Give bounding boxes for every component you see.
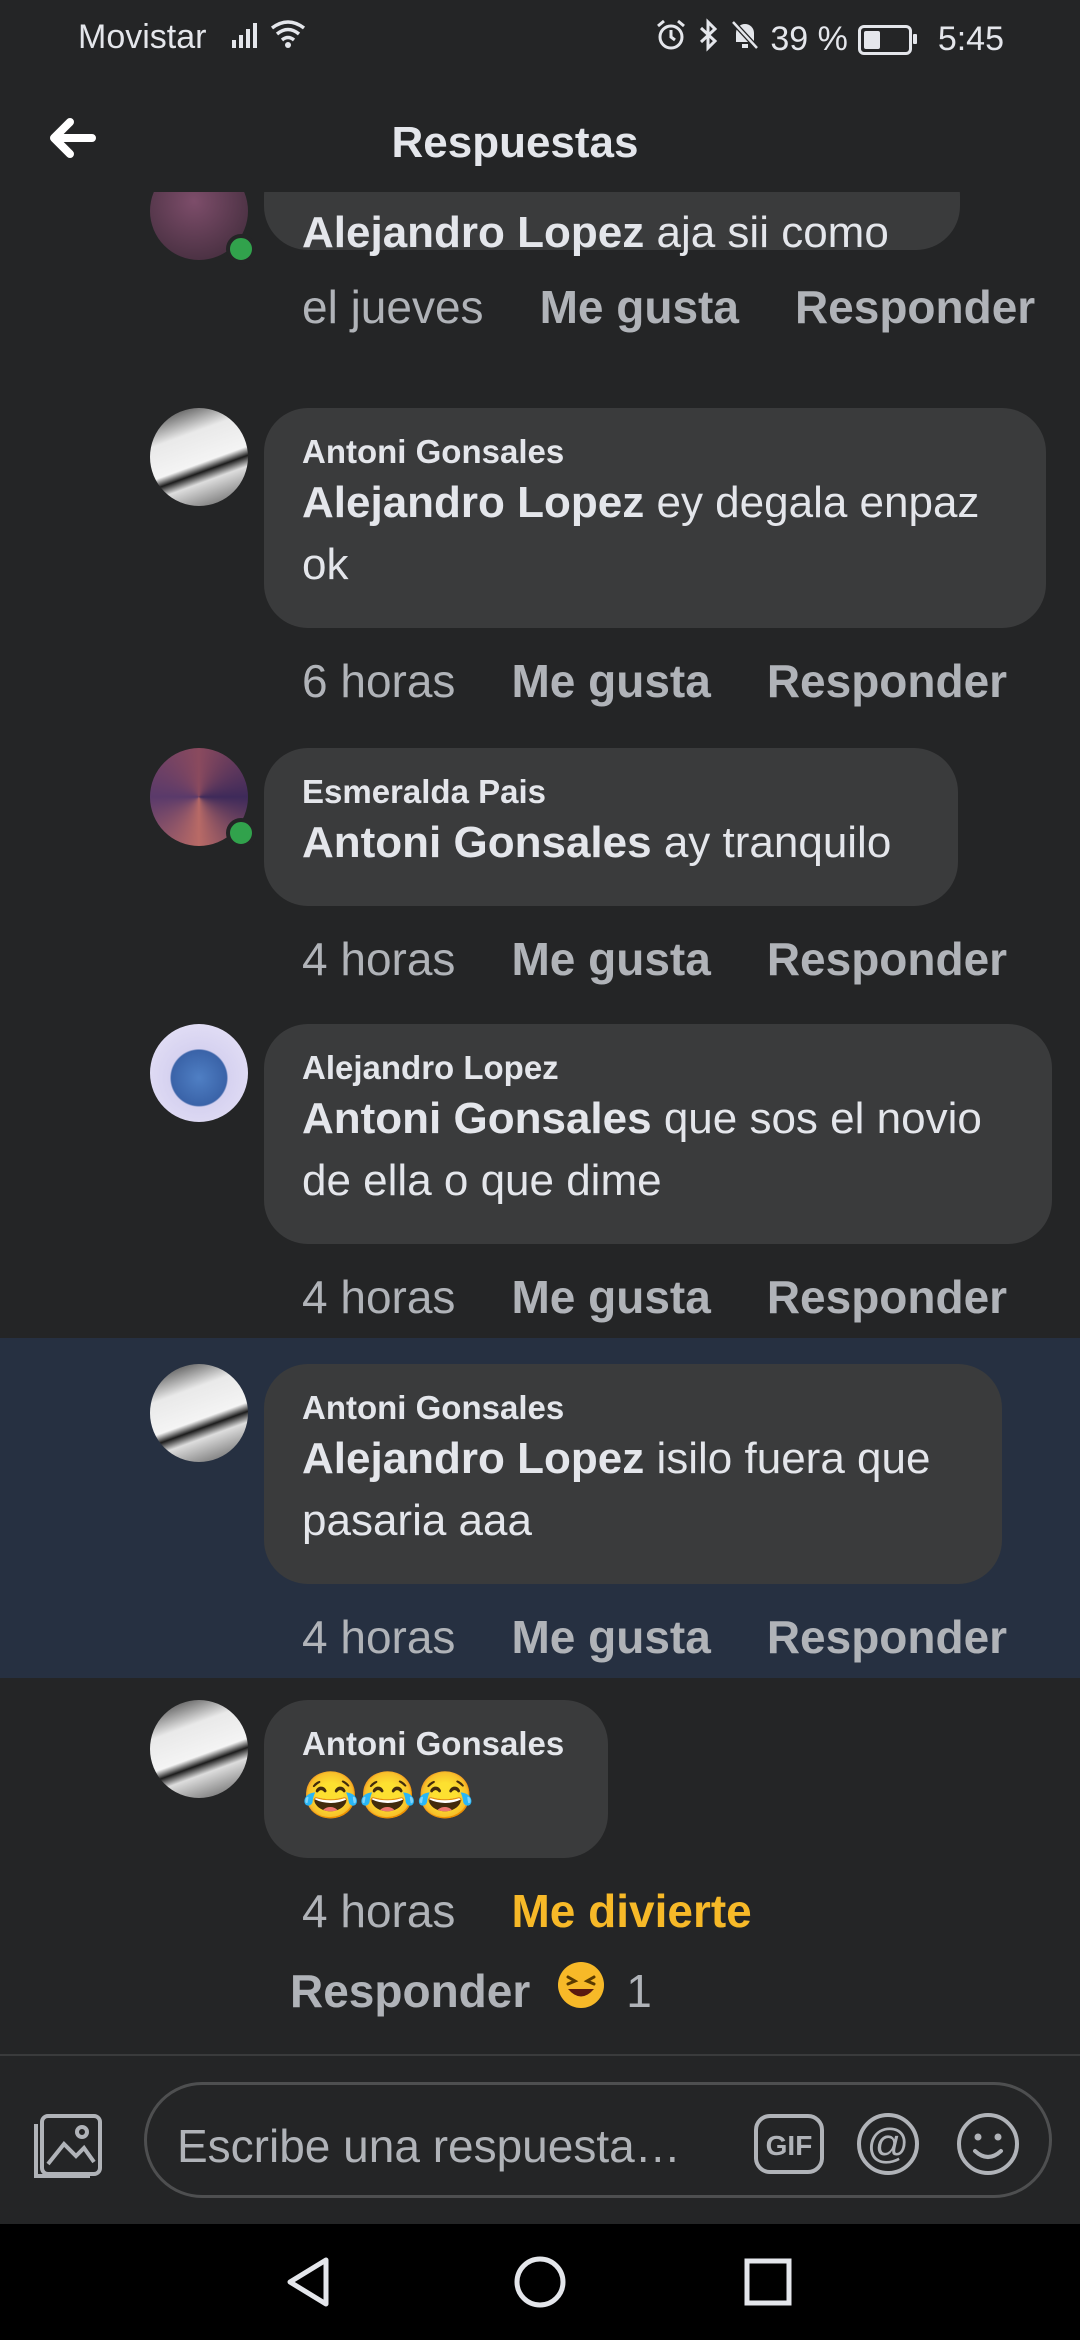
mention[interactable]: Alejandro Lopez xyxy=(302,208,644,257)
reply-input[interactable]: Escribe una respuesta… GIF @ xyxy=(144,2082,1052,2198)
avatar[interactable] xyxy=(150,1700,248,1798)
gif-icon[interactable]: GIF xyxy=(753,2113,825,2180)
comment: Antoni Gonsales Alejandro Lopez ey degal… xyxy=(0,408,1080,728)
reply-thread[interactable]: Alejandro Lopez aja sii como el jueves M… xyxy=(0,192,1080,2054)
like-button[interactable]: Me gusta xyxy=(511,654,710,708)
reply-button[interactable]: Responder xyxy=(767,1610,1007,1664)
comment-actions: el jueves Me gusta Responder xyxy=(302,280,1035,334)
reply-button[interactable]: Responder xyxy=(290,1964,530,2018)
comment-bubble[interactable]: Alejandro Lopez Antoni Gonsales que sos … xyxy=(264,1024,1052,1244)
online-indicator xyxy=(226,818,256,848)
comment-author[interactable]: Antoni Gonsales xyxy=(302,432,1008,472)
reply-button[interactable]: Responder xyxy=(767,1270,1007,1324)
gif-label: GIF xyxy=(766,2130,813,2161)
comment-actions-2: Responder 1 xyxy=(290,1960,652,2021)
comment-author[interactable]: Alejandro Lopez xyxy=(302,1048,1014,1088)
nav-recents-icon[interactable] xyxy=(742,2256,794,2313)
like-button[interactable]: Me gusta xyxy=(511,1270,710,1324)
avatar[interactable] xyxy=(150,408,248,506)
comment-bubble[interactable]: Antoni Gonsales Alejandro Lopez ey degal… xyxy=(264,408,1046,628)
reaction-button[interactable]: Me divierte xyxy=(511,1884,751,1938)
comment-highlighted: Antoni Gonsales Alejandro Lopez isilo fu… xyxy=(0,1364,1080,1684)
timestamp: 4 horas xyxy=(302,933,456,985)
emoji-icon[interactable] xyxy=(955,2113,1021,2180)
mention[interactable]: Alejandro Lopez xyxy=(302,1434,644,1483)
mention-icon[interactable]: @ xyxy=(853,2113,923,2180)
timestamp: el jueves xyxy=(302,281,484,333)
page-title: Respuestas xyxy=(391,118,639,167)
like-button[interactable]: Me gusta xyxy=(511,932,710,986)
signal-wifi-icons xyxy=(232,18,312,61)
laughing-reaction-icon[interactable] xyxy=(556,1960,606,2021)
nav-back-icon[interactable] xyxy=(282,2254,334,2315)
online-indicator xyxy=(226,234,256,264)
timestamp: 4 horas xyxy=(302,1271,456,1323)
mention[interactable]: Antoni Gonsales xyxy=(302,1094,652,1143)
mute-bell-icon xyxy=(730,18,760,61)
comment-actions: 4 horas Me gusta Responder xyxy=(302,1610,1007,1664)
comment-text: aja sii como xyxy=(656,208,889,257)
comment-bubble[interactable]: Esmeralda Pais Antoni Gonsales ay tranqu… xyxy=(264,748,958,906)
status-bar: Movistar 39 % 5:45 xyxy=(0,0,1080,72)
battery-icon xyxy=(857,24,917,55)
timestamp: 4 horas xyxy=(302,1885,456,1937)
comment-author[interactable]: Antoni Gonsales xyxy=(302,1388,964,1428)
comment-actions: 6 horas Me gusta Responder xyxy=(302,654,1007,708)
comment-emoji: 😂😂😂 xyxy=(302,1769,474,1821)
header: Respuestas xyxy=(0,96,1080,192)
reply-button[interactable]: Responder xyxy=(767,932,1007,986)
avatar[interactable] xyxy=(150,1364,248,1462)
comment-author[interactable]: Antoni Gonsales xyxy=(302,1724,570,1764)
comment: Esmeralda Pais Antoni Gonsales ay tranqu… xyxy=(0,748,1080,1008)
comment-bubble[interactable]: Antoni Gonsales Alejandro Lopez isilo fu… xyxy=(264,1364,1002,1584)
comment-bubble[interactable]: Alejandro Lopez aja sii como xyxy=(264,192,960,257)
nav-home-icon[interactable] xyxy=(512,2254,568,2315)
mention[interactable]: Alejandro Lopez xyxy=(302,478,644,527)
comment-text: ay tranquilo xyxy=(663,818,892,867)
reply-input-placeholder: Escribe una respuesta… xyxy=(177,2120,681,2172)
like-button[interactable]: Me gusta xyxy=(511,1610,710,1664)
reaction-count: 1 xyxy=(626,1964,652,2017)
bluetooth-icon xyxy=(698,18,720,61)
clock: 5:45 xyxy=(937,20,1004,58)
timestamp: 4 horas xyxy=(302,1611,456,1663)
reply-button[interactable]: Responder xyxy=(795,280,1035,334)
comment-actions: 4 horas Me gusta Responder xyxy=(302,932,1007,986)
mention[interactable]: Antoni Gonsales xyxy=(302,818,652,867)
comment-bubble[interactable]: Antoni Gonsales 😂😂😂 xyxy=(264,1700,608,1858)
carrier-label: Movistar xyxy=(78,18,207,56)
system-nav-bar xyxy=(0,2224,1080,2340)
like-button[interactable]: Me gusta xyxy=(540,280,739,334)
comment-actions: 4 horas Me gusta Responder xyxy=(302,1270,1007,1324)
comment-actions: 4 horas Me divierte xyxy=(302,1884,752,1938)
photo-icon[interactable] xyxy=(30,2106,106,2182)
comment: Alejandro Lopez Antoni Gonsales que sos … xyxy=(0,1024,1080,1344)
comment: Alejandro Lopez aja sii como el jueves M… xyxy=(0,192,1080,402)
reply-composer: Escribe una respuesta… GIF @ xyxy=(0,2054,1080,2226)
reply-button[interactable]: Responder xyxy=(767,654,1007,708)
avatar[interactable] xyxy=(150,1024,248,1122)
comment-author[interactable]: Esmeralda Pais xyxy=(302,772,920,812)
timestamp: 6 horas xyxy=(302,655,456,707)
battery-percent: 39 % xyxy=(770,20,848,58)
comment: Antoni Gonsales 😂😂😂 4 horas Me divierte … xyxy=(0,1700,1080,2040)
svg-text:@: @ xyxy=(867,2120,910,2167)
status-right: 39 % 5:45 xyxy=(654,18,1004,61)
alarm-icon xyxy=(654,18,688,61)
